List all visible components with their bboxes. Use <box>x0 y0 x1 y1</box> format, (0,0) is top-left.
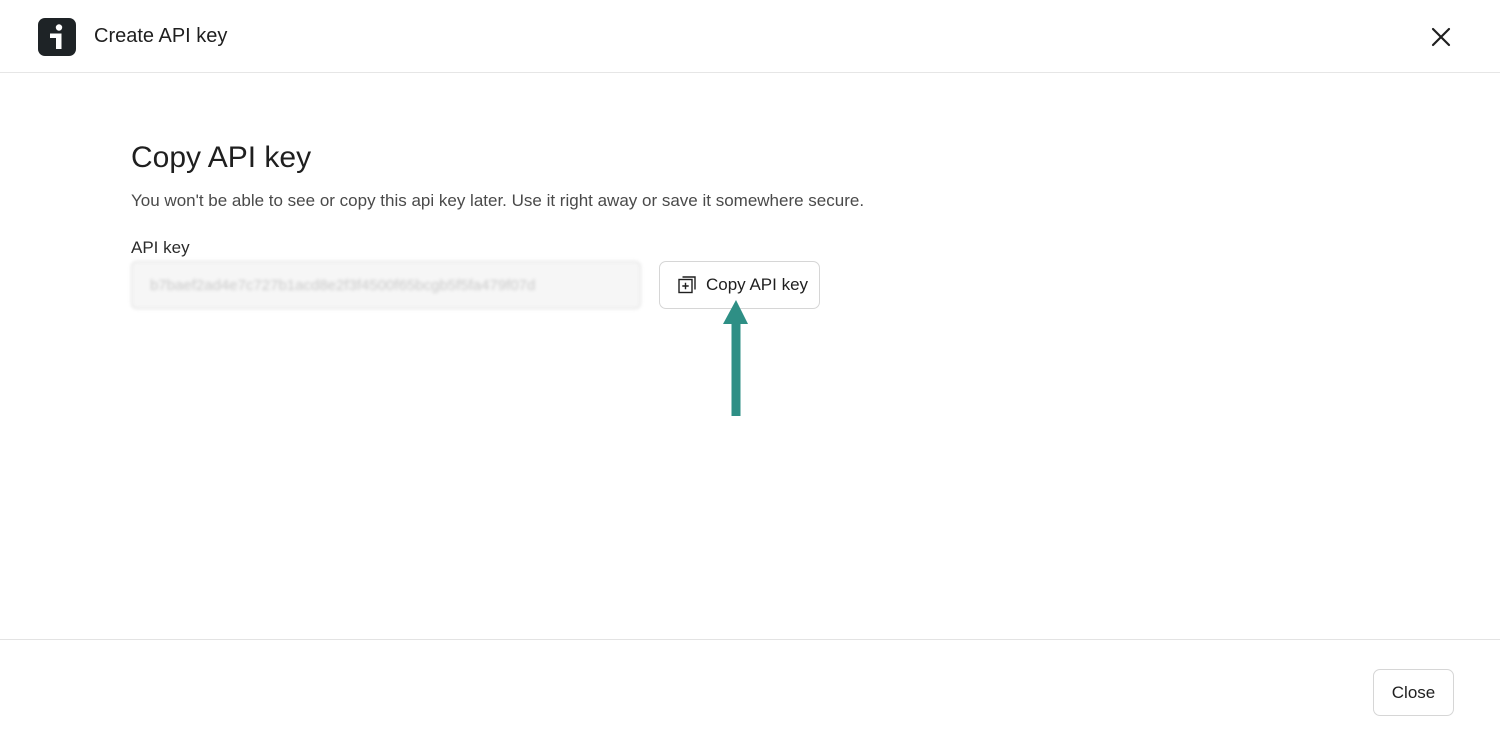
api-key-field[interactable] <box>131 261 641 309</box>
close-button[interactable]: Close <box>1373 669 1454 716</box>
close-icon[interactable] <box>1425 21 1457 53</box>
copy-api-key-label: Copy API key <box>706 275 809 294</box>
up-arrow-icon <box>722 300 750 418</box>
dialog-title: Create API key <box>94 25 228 47</box>
brand-logo-icon <box>38 18 76 56</box>
section-title: Copy API key <box>131 141 312 174</box>
section-description: You won't be able to see or copy this ap… <box>131 191 865 210</box>
dialog-footer: Close <box>0 639 1500 743</box>
copy-icon <box>678 276 696 294</box>
dialog-header: Create API key <box>0 0 1500 73</box>
api-key-label: API key <box>131 238 190 257</box>
create-api-key-dialog: Create API key Copy API key You won't be… <box>0 0 1500 743</box>
